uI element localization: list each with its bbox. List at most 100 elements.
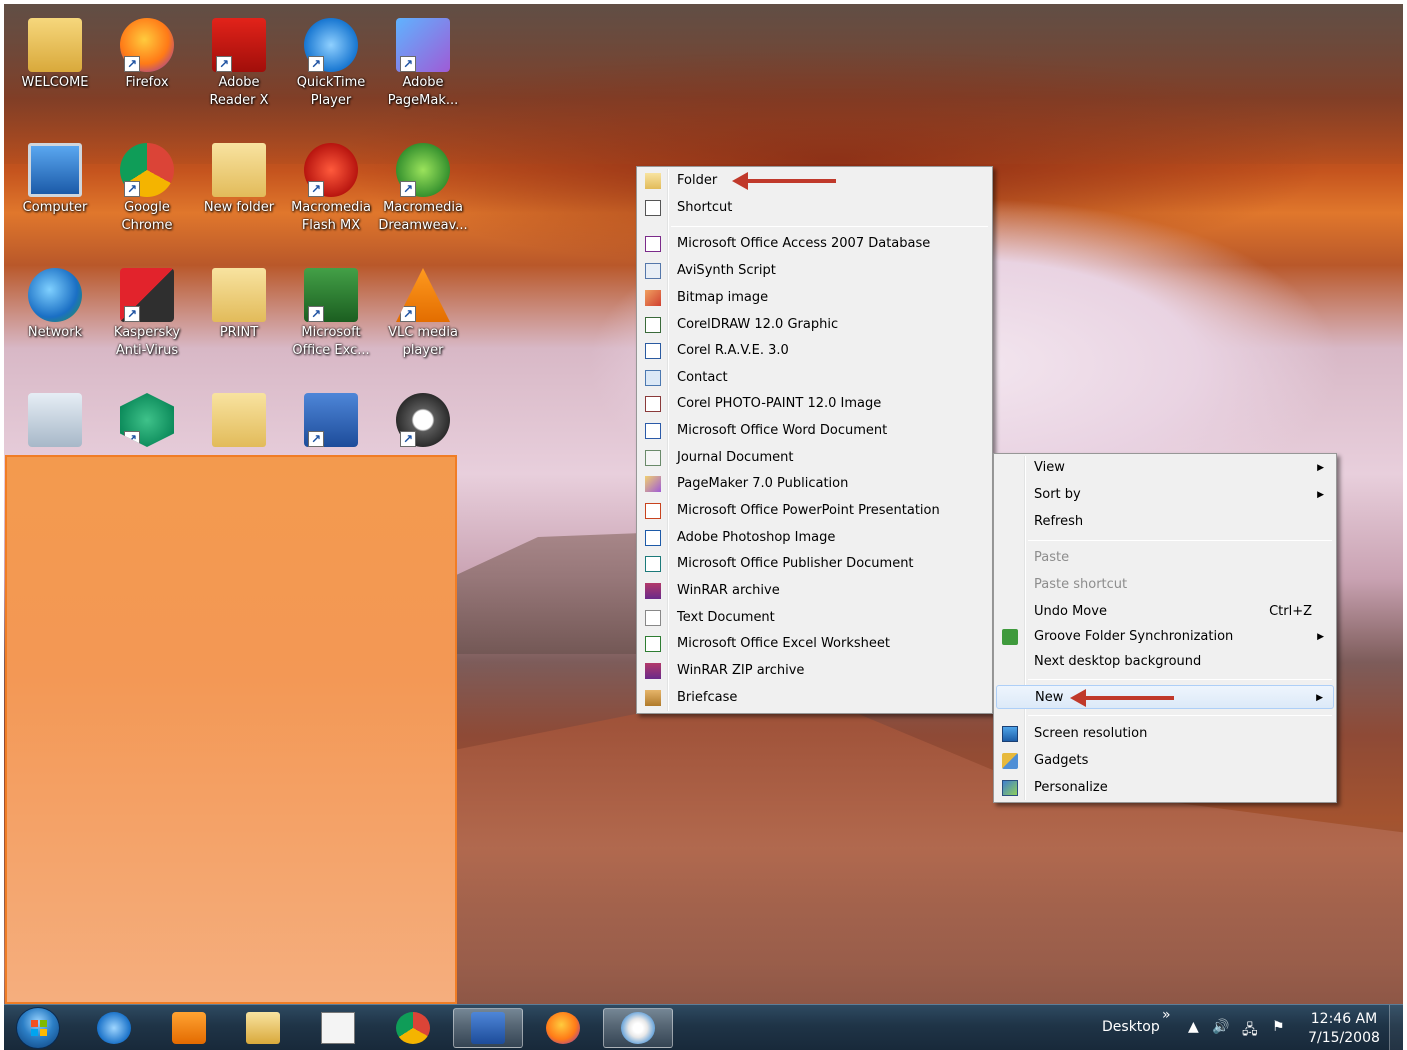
- shortcut-arrow-icon: ↗: [124, 181, 140, 197]
- desktop-icon-label: Adobe PageMak...: [387, 75, 459, 108]
- chrome-icon: ↗: [120, 143, 174, 197]
- desktop-toolbar-label[interactable]: Desktop: [1102, 1019, 1160, 1035]
- new-menu-item[interactable]: Bitmap image: [639, 286, 990, 310]
- desktop-icon[interactable]: ↗ QuickTime Player: [285, 18, 377, 110]
- taskbar-app-button[interactable]: [528, 1008, 598, 1048]
- shortcut-arrow-icon: ↗: [400, 306, 416, 322]
- action-center-flag-icon[interactable]: ⚑: [1272, 1019, 1285, 1035]
- new-menu-item[interactable]: Text Document: [639, 606, 990, 630]
- menu-item-gadgets[interactable]: Gadgets: [996, 749, 1334, 773]
- taskbar-app-button[interactable]: [378, 1008, 448, 1048]
- menu-item-groove-sync[interactable]: Groove Folder Synchronization ▶: [996, 625, 1334, 649]
- new-menu-item[interactable]: Shortcut: [639, 196, 990, 220]
- desktop-icon[interactable]: ↗ Google Chrome: [101, 143, 193, 235]
- clock[interactable]: 12:46 AM 7/15/2008: [1304, 1010, 1384, 1048]
- menu-item-screen-resolution[interactable]: Screen resolution: [996, 722, 1334, 746]
- desktop-icon[interactable]: [9, 393, 101, 449]
- desktop-icon[interactable]: ↗: [101, 393, 193, 449]
- flash-icon: ↗: [304, 143, 358, 197]
- new-menu-item[interactable]: Microsoft Office Excel Worksheet: [639, 632, 990, 656]
- desktop-icon-label: Computer: [22, 200, 88, 215]
- desktop-icon[interactable]: New folder: [193, 143, 285, 217]
- desktop-icon[interactable]: [193, 393, 285, 449]
- desktop-icon[interactable]: ↗ Kaspersky Anti-Virus: [101, 268, 193, 360]
- taskbar-app-button[interactable]: [228, 1008, 298, 1048]
- folder-icon: [645, 173, 661, 189]
- photopaint-icon: [645, 396, 661, 412]
- menu-item-view[interactable]: View ▶: [996, 456, 1334, 480]
- powerpoint-icon: [645, 503, 661, 519]
- menu-item-personalize[interactable]: Personalize: [996, 776, 1334, 800]
- desktop-icon[interactable]: WELCOME: [9, 18, 101, 92]
- new-menu-item[interactable]: AviSynth Script: [639, 259, 990, 283]
- desktop-icon[interactable]: Computer: [9, 143, 101, 217]
- desktop-icon[interactable]: ↗ Macromedia Flash MX: [285, 143, 377, 235]
- desktop-icon[interactable]: ↗: [285, 393, 377, 449]
- network-tray-icon[interactable]: 🖧: [1242, 1019, 1258, 1043]
- taskbar-app-button[interactable]: [603, 1008, 673, 1048]
- new-menu-item[interactable]: CorelDRAW 12.0 Graphic: [639, 313, 990, 337]
- shortcut-label: Ctrl+Z: [1269, 604, 1312, 619]
- desktop-icon[interactable]: ↗: [377, 393, 469, 449]
- new-menu-item[interactable]: Adobe Photoshop Image: [639, 526, 990, 550]
- word-icon: [471, 1012, 505, 1044]
- journal-icon: [645, 450, 661, 466]
- new-menu-item[interactable]: Microsoft Office Word Document: [639, 419, 990, 443]
- access-icon: [645, 236, 661, 252]
- new-menu-item[interactable]: Microsoft Office PowerPoint Presentation: [639, 499, 990, 523]
- desktop-icon[interactable]: ↗ Microsoft Office Exc...: [285, 268, 377, 360]
- word-doc-icon: [645, 423, 661, 439]
- start-button[interactable]: [16, 1007, 60, 1049]
- desktop-icon[interactable]: ↗ Adobe Reader X: [193, 18, 285, 110]
- taskbar-app-button[interactable]: [79, 1008, 149, 1048]
- publisher-icon: [645, 556, 661, 572]
- show-hidden-icons-icon[interactable]: ▲: [1188, 1019, 1199, 1035]
- menu-item-paste: Paste: [1034, 550, 1070, 565]
- desktop-icon[interactable]: ↗ VLC media player: [377, 268, 469, 360]
- desktop-icon[interactable]: ↗ Firefox: [101, 18, 193, 92]
- new-menu-item[interactable]: Journal Document: [639, 446, 990, 470]
- coreldraw-icon: [645, 317, 661, 333]
- new-menu-item[interactable]: Microsoft Office Access 2007 Database: [639, 232, 990, 256]
- desktop-icon[interactable]: Network: [9, 268, 101, 342]
- new-menu-item[interactable]: WinRAR archive: [639, 579, 990, 603]
- text-doc-icon: [645, 610, 661, 626]
- taskbar-app-button[interactable]: [303, 1008, 373, 1048]
- menu-separator: [671, 226, 988, 227]
- shortcut-arrow-icon: ↗: [400, 431, 416, 447]
- desktop-icon[interactable]: PRINT: [193, 268, 285, 342]
- desktop-icon-label: QuickTime Player: [296, 75, 366, 108]
- toolbar-chevron[interactable]: »: [1162, 1007, 1171, 1023]
- new-menu-item[interactable]: Corel PHOTO-PAINT 12.0 Image: [639, 392, 990, 416]
- desktop-icon-label: Adobe Reader X: [209, 75, 269, 108]
- windows-logo-icon: [31, 1020, 47, 1036]
- excel-doc-icon: [645, 636, 661, 652]
- menu-item-sort-by[interactable]: Sort by ▶: [996, 483, 1334, 507]
- volume-icon[interactable]: 🔊: [1212, 1019, 1229, 1035]
- menu-item-refresh[interactable]: Refresh: [996, 510, 1334, 534]
- new-menu-item[interactable]: Contact: [639, 366, 990, 390]
- internet-explorer-icon: [97, 1012, 131, 1044]
- desktop-icon-label: Microsoft Office Exc...: [292, 325, 370, 358]
- clock-time: 12:46 AM: [1310, 1011, 1378, 1027]
- desktop-icon[interactable]: ↗ Adobe PageMak...: [377, 18, 469, 110]
- new-menu-item[interactable]: Microsoft Office Publisher Document: [639, 552, 990, 576]
- desktop-icon[interactable]: ↗ Macromedia Dreamweav...: [377, 143, 469, 235]
- shortcut-arrow-icon: ↗: [308, 431, 324, 447]
- quicktime-icon: ↗: [304, 18, 358, 72]
- desktop-icon-label: VLC media player: [388, 325, 458, 358]
- new-menu-item[interactable]: Corel R.A.V.E. 3.0: [639, 339, 990, 363]
- menu-item-undo-move[interactable]: Undo Move Ctrl+Z: [996, 600, 1334, 624]
- desktop-context-menu: View ▶ Sort by ▶ Refresh Paste Paste sho…: [993, 453, 1337, 803]
- desktop-icon-label: Firefox: [125, 75, 169, 90]
- taskbar-app-button[interactable]: [154, 1008, 224, 1048]
- new-menu-item[interactable]: PageMaker 7.0 Publication: [639, 472, 990, 496]
- paint-icon: [621, 1012, 655, 1044]
- menu-item-next-background[interactable]: Next desktop background: [996, 650, 1334, 674]
- taskbar-app-button[interactable]: [453, 1008, 523, 1048]
- show-desktop-button[interactable]: [1389, 1005, 1403, 1050]
- desktop-icon-label: Kaspersky Anti-Virus: [113, 325, 181, 358]
- personalize-icon: [1002, 780, 1018, 796]
- new-menu-item[interactable]: WinRAR ZIP archive: [639, 659, 990, 683]
- new-menu-item[interactable]: Briefcase: [639, 686, 990, 710]
